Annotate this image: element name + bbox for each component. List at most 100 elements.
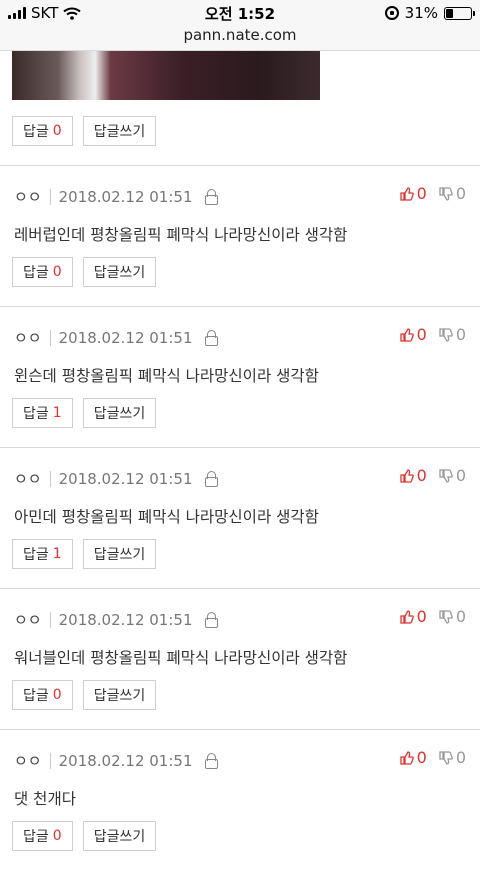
- comment-text: 레버럽인데 평창올림픽 폐막식 나라망신이라 생각함: [14, 226, 348, 244]
- comment-actions: 답글 0 답글쓰기: [12, 257, 157, 287]
- reply-count-button[interactable]: 답글 0: [12, 821, 73, 851]
- upvote-count: 0: [416, 607, 427, 626]
- upvote-count: 0: [416, 748, 427, 767]
- comment-author: ㅇㅇ: [14, 752, 42, 770]
- comment-meta: ㅇㅇ 2018.02.12 01:51: [14, 750, 218, 771]
- write-reply-button[interactable]: 답글쓰기: [82, 680, 157, 710]
- lock-icon: [204, 470, 218, 487]
- lock-icon: [204, 188, 218, 205]
- comment-text: 워너블인데 평창올림픽 폐막식 나라망신이라 생각함: [14, 649, 348, 667]
- thumbs-up-icon: [399, 609, 414, 624]
- comment-actions: 답글 1 답글쓰기: [12, 398, 157, 428]
- lock-icon: [204, 329, 218, 346]
- comment-author: ㅇㅇ: [14, 470, 42, 488]
- reply-count: 1: [52, 546, 62, 562]
- write-reply-button[interactable]: 답글쓰기: [82, 257, 157, 287]
- downvote-button[interactable]: 0: [439, 607, 466, 626]
- reply-count: 0: [52, 828, 62, 844]
- vote-group: 0 0: [399, 607, 466, 626]
- comment-meta: ㅇㅇ 2018.02.12 01:51: [14, 468, 218, 489]
- write-reply-button[interactable]: 답글쓰기: [82, 821, 157, 851]
- divider: [49, 329, 51, 346]
- comment-actions: 답글 0 답글쓰기: [12, 680, 157, 710]
- reply-count-button[interactable]: 답글 0: [12, 257, 73, 287]
- reply-count-button[interactable]: 답글 0: [12, 680, 73, 710]
- reply-count-button[interactable]: 답글 1: [12, 398, 73, 428]
- write-reply-button[interactable]: 답글쓰기: [82, 398, 157, 428]
- downvote-button[interactable]: 0: [439, 466, 466, 485]
- reply-label: 답글: [23, 688, 49, 704]
- downvote-button[interactable]: 0: [439, 325, 466, 344]
- reply-label: 답글: [23, 547, 49, 563]
- divider: [49, 611, 51, 628]
- divider: [49, 752, 51, 769]
- reply-count-button[interactable]: 답글 0: [12, 116, 73, 146]
- lock-icon: [204, 611, 218, 628]
- upvote-count: 0: [416, 325, 427, 344]
- status-bar: SKT 오전 1:52 pann.nate.com 31%: [0, 0, 480, 51]
- thumbs-up-icon: [399, 468, 414, 483]
- reply-count-button[interactable]: 답글 1: [12, 539, 73, 569]
- upvote-button[interactable]: 0: [399, 748, 427, 767]
- vote-group: 0 0: [399, 466, 466, 485]
- address-bar[interactable]: pann.nate.com: [0, 26, 480, 44]
- comment-item: ㅇㅇ 2018.02.12 01:51 0 0 레버럽인데 평창올림픽 폐막식 …: [0, 165, 480, 306]
- comment-meta: ㅇㅇ 2018.02.12 01:51: [14, 327, 218, 348]
- reply-count: 1: [52, 405, 62, 421]
- comment-text: 아민데 평창올림픽 폐막식 나라망신이라 생각함: [14, 508, 319, 526]
- reply-label: 답글: [23, 124, 49, 140]
- comment-text: 댓 천개다: [14, 790, 76, 808]
- comment-author: ㅇㅇ: [14, 329, 42, 347]
- comment-item: ㅇㅇ 2018.02.12 01:51 0 0 윈슨데 평창올림픽 폐막식 나라…: [0, 306, 480, 447]
- vote-group: 0 0: [399, 184, 466, 203]
- downvote-count: 0: [455, 466, 466, 485]
- thumbs-down-icon: [439, 327, 453, 342]
- status-right: 31%: [384, 4, 475, 22]
- thumbs-down-icon: [439, 750, 453, 765]
- comment-actions: 답글 1 답글쓰기: [12, 539, 157, 569]
- downvote-count: 0: [455, 607, 466, 626]
- divider: [49, 188, 51, 205]
- comment-image: [12, 51, 320, 100]
- downvote-button[interactable]: 0: [439, 184, 466, 203]
- upvote-button[interactable]: 0: [399, 607, 427, 626]
- comment-item: ㅇㅇ 2018.02.12 01:51 0 0 워너블인데 평창올림픽 폐막식 …: [0, 588, 480, 729]
- thumbs-up-icon: [399, 186, 414, 201]
- rotation-lock-icon: [384, 6, 399, 20]
- upvote-count: 0: [416, 184, 427, 203]
- divider: [49, 470, 51, 487]
- thumbs-up-icon: [399, 750, 414, 765]
- comment-meta: ㅇㅇ 2018.02.12 01:51: [14, 609, 218, 630]
- downvote-button[interactable]: 0: [439, 748, 466, 767]
- comment-item: ㅇㅇ 2018.02.12 01:51 0 0 댓 천개다 답글 0 답글쓰기: [0, 729, 480, 870]
- write-reply-button[interactable]: 답글쓰기: [82, 539, 157, 569]
- downvote-count: 0: [455, 325, 466, 344]
- comment-author: ㅇㅇ: [14, 188, 42, 206]
- comment-date: 2018.02.12 01:51: [58, 187, 193, 206]
- comment-date: 2018.02.12 01:51: [58, 610, 193, 629]
- upvote-count: 0: [416, 466, 427, 485]
- comment-text: 윈슨데 평창올림픽 폐막식 나라망신이라 생각함: [14, 367, 319, 385]
- comment-actions: 답글 0 답글쓰기: [12, 821, 157, 851]
- downvote-count: 0: [455, 748, 466, 767]
- comment-author: ㅇㅇ: [14, 611, 42, 629]
- comment-actions: 답글 0 답글쓰기: [12, 116, 157, 146]
- battery-percent: 31%: [404, 4, 438, 22]
- upvote-button[interactable]: 0: [399, 184, 427, 203]
- comment-item: ㅇㅇ 2018.02.12 01:51 0 0 아민데 평창올림픽 폐막식 나라…: [0, 447, 480, 588]
- lock-icon: [204, 752, 218, 769]
- reply-count: 0: [52, 264, 62, 280]
- downvote-count: 0: [455, 184, 466, 203]
- reply-count: 0: [52, 687, 62, 703]
- upvote-button[interactable]: 0: [399, 466, 427, 485]
- reply-label: 답글: [23, 829, 49, 845]
- reply-label: 답글: [23, 406, 49, 422]
- reply-label: 답글: [23, 265, 49, 281]
- comment-date: 2018.02.12 01:51: [58, 469, 193, 488]
- comment-meta: ㅇㅇ 2018.02.12 01:51: [14, 186, 218, 207]
- write-reply-button[interactable]: 답글쓰기: [82, 116, 157, 146]
- comment-date: 2018.02.12 01:51: [58, 751, 193, 770]
- upvote-button[interactable]: 0: [399, 325, 427, 344]
- battery-icon: [444, 6, 475, 20]
- thumbs-down-icon: [439, 186, 453, 201]
